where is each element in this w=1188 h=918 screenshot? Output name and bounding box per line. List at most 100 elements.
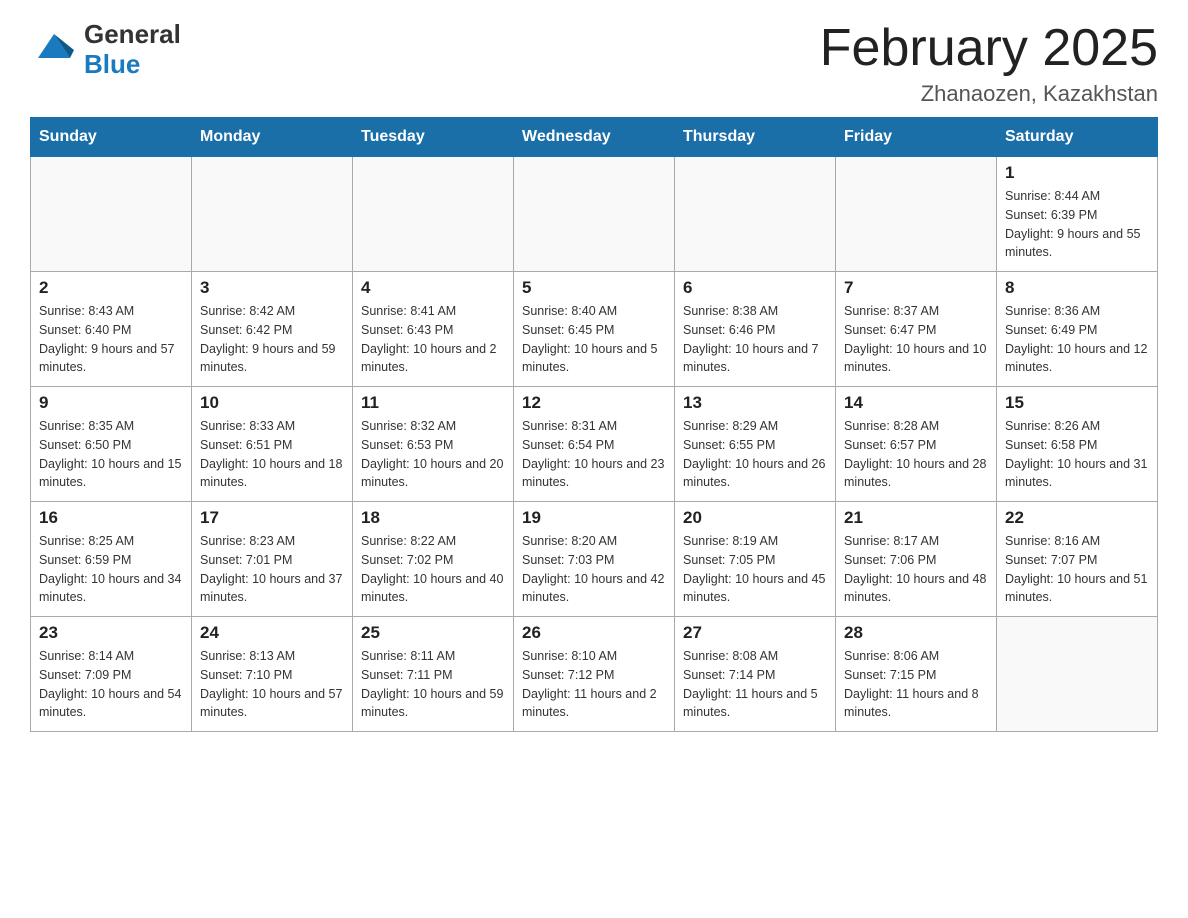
- day-info: Sunrise: 8:37 AMSunset: 6:47 PMDaylight:…: [844, 302, 988, 377]
- day-number: 5: [522, 278, 666, 298]
- day-info: Sunrise: 8:11 AMSunset: 7:11 PMDaylight:…: [361, 647, 505, 722]
- day-number: 24: [200, 623, 344, 643]
- calendar-week-2: 9Sunrise: 8:35 AMSunset: 6:50 PMDaylight…: [31, 387, 1158, 502]
- calendar-day: 2 Sunrise: 8:43 AMSunset: 6:40 PMDaylight…: [31, 272, 192, 387]
- logo-icon: [30, 26, 78, 74]
- day-number: 4: [361, 278, 505, 298]
- calendar-day: 3 Sunrise: 8:42 AMSunset: 6:42 PMDaylight…: [192, 272, 353, 387]
- calendar-week-4: 23 Sunrise: 8:14 AMSunset: 7:09 PMDayligh…: [31, 617, 1158, 732]
- calendar-day: [514, 157, 675, 272]
- day-info: Sunrise: 8:40 AMSunset: 6:45 PMDaylight:…: [522, 302, 666, 377]
- calendar-day: [997, 617, 1158, 732]
- day-number: 26: [522, 623, 666, 643]
- calendar-day: 4Sunrise: 8:41 AMSunset: 6:43 PMDaylight…: [353, 272, 514, 387]
- month-title: February 2025: [820, 20, 1158, 77]
- day-info: Sunrise: 8:14 AMSunset: 7:09 PMDaylight:…: [39, 647, 183, 722]
- day-info: Sunrise: 8:28 AMSunset: 6:57 PMDaylight:…: [844, 417, 988, 492]
- calendar-day: 24 Sunrise: 8:13 AMSunset: 7:10 PMDayligh…: [192, 617, 353, 732]
- calendar-day: 19 Sunrise: 8:20 AMSunset: 7:03 PMDayligh…: [514, 502, 675, 617]
- day-number: 2: [39, 278, 183, 298]
- day-info: Sunrise: 8:44 AMSunset: 6:39 PMDaylight:…: [1005, 187, 1149, 262]
- calendar-day: 22 Sunrise: 8:16 AMSunset: 7:07 PMDayligh…: [997, 502, 1158, 617]
- col-friday: Friday: [836, 118, 997, 157]
- day-number: 22: [1005, 508, 1149, 528]
- calendar-day: 8 Sunrise: 8:36 AMSunset: 6:49 PMDaylight…: [997, 272, 1158, 387]
- day-info: Sunrise: 8:26 AMSunset: 6:58 PMDaylight:…: [1005, 417, 1149, 492]
- day-info: Sunrise: 8:16 AMSunset: 7:07 PMDaylight:…: [1005, 532, 1149, 607]
- day-info: Sunrise: 8:38 AMSunset: 6:46 PMDaylight:…: [683, 302, 827, 377]
- logo-blue: Blue: [84, 50, 181, 80]
- calendar-week-1: 2 Sunrise: 8:43 AMSunset: 6:40 PMDaylight…: [31, 272, 1158, 387]
- day-info: Sunrise: 8:33 AMSunset: 6:51 PMDaylight:…: [200, 417, 344, 492]
- col-saturday: Saturday: [997, 118, 1158, 157]
- day-number: 8: [1005, 278, 1149, 298]
- calendar-day: 18 Sunrise: 8:22 AMSunset: 7:02 PMDayligh…: [353, 502, 514, 617]
- day-info: Sunrise: 8:43 AMSunset: 6:40 PMDaylight:…: [39, 302, 183, 377]
- day-info: Sunrise: 8:31 AMSunset: 6:54 PMDaylight:…: [522, 417, 666, 492]
- calendar-day: 21 Sunrise: 8:17 AMSunset: 7:06 PMDayligh…: [836, 502, 997, 617]
- day-info: Sunrise: 8:25 AMSunset: 6:59 PMDaylight:…: [39, 532, 183, 607]
- day-number: 10: [200, 393, 344, 413]
- page-header: General Blue February 2025 Zhanaozen, Ka…: [30, 20, 1158, 107]
- day-info: Sunrise: 8:22 AMSunset: 7:02 PMDaylight:…: [361, 532, 505, 607]
- day-info: Sunrise: 8:10 AMSunset: 7:12 PMDaylight:…: [522, 647, 666, 722]
- logo-general: General: [84, 20, 181, 50]
- day-number: 21: [844, 508, 988, 528]
- calendar-day: 9Sunrise: 8:35 AMSunset: 6:50 PMDaylight…: [31, 387, 192, 502]
- day-info: Sunrise: 8:36 AMSunset: 6:49 PMDaylight:…: [1005, 302, 1149, 377]
- col-wednesday: Wednesday: [514, 118, 675, 157]
- calendar-day: [31, 157, 192, 272]
- day-number: 16: [39, 508, 183, 528]
- location: Zhanaozen, Kazakhstan: [820, 81, 1158, 107]
- day-number: 17: [200, 508, 344, 528]
- day-number: 11: [361, 393, 505, 413]
- day-number: 12: [522, 393, 666, 413]
- calendar-day: 5 Sunrise: 8:40 AMSunset: 6:45 PMDaylight…: [514, 272, 675, 387]
- day-info: Sunrise: 8:19 AMSunset: 7:05 PMDaylight:…: [683, 532, 827, 607]
- calendar-day: 6 Sunrise: 8:38 AMSunset: 6:46 PMDaylight…: [675, 272, 836, 387]
- calendar-day: 28Sunrise: 8:06 AMSunset: 7:15 PMDayligh…: [836, 617, 997, 732]
- day-info: Sunrise: 8:32 AMSunset: 6:53 PMDaylight:…: [361, 417, 505, 492]
- calendar-day: 23 Sunrise: 8:14 AMSunset: 7:09 PMDayligh…: [31, 617, 192, 732]
- calendar-week-0: 1 Sunrise: 8:44 AMSunset: 6:39 PMDaylight…: [31, 157, 1158, 272]
- day-info: Sunrise: 8:20 AMSunset: 7:03 PMDaylight:…: [522, 532, 666, 607]
- calendar-table: Sunday Monday Tuesday Wednesday Thursday…: [30, 117, 1158, 732]
- day-number: 19: [522, 508, 666, 528]
- logo: General Blue: [30, 20, 181, 80]
- calendar-day: 16 Sunrise: 8:25 AMSunset: 6:59 PMDayligh…: [31, 502, 192, 617]
- col-monday: Monday: [192, 118, 353, 157]
- calendar-day: 17Sunrise: 8:23 AMSunset: 7:01 PMDayligh…: [192, 502, 353, 617]
- calendar-day: 27 Sunrise: 8:08 AMSunset: 7:14 PMDayligh…: [675, 617, 836, 732]
- day-number: 3: [200, 278, 344, 298]
- col-sunday: Sunday: [31, 118, 192, 157]
- day-info: Sunrise: 8:17 AMSunset: 7:06 PMDaylight:…: [844, 532, 988, 607]
- calendar-day: [353, 157, 514, 272]
- days-of-week-row: Sunday Monday Tuesday Wednesday Thursday…: [31, 118, 1158, 157]
- calendar-day: 11 Sunrise: 8:32 AMSunset: 6:53 PMDayligh…: [353, 387, 514, 502]
- day-info: Sunrise: 8:42 AMSunset: 6:42 PMDaylight:…: [200, 302, 344, 377]
- calendar-day: 14 Sunrise: 8:28 AMSunset: 6:57 PMDayligh…: [836, 387, 997, 502]
- day-number: 14: [844, 393, 988, 413]
- col-tuesday: Tuesday: [353, 118, 514, 157]
- title-block: February 2025 Zhanaozen, Kazakhstan: [820, 20, 1158, 107]
- calendar-day: 26 Sunrise: 8:10 AMSunset: 7:12 PMDayligh…: [514, 617, 675, 732]
- calendar-header: Sunday Monday Tuesday Wednesday Thursday…: [31, 118, 1158, 157]
- day-number: 1: [1005, 163, 1149, 183]
- day-number: 28: [844, 623, 988, 643]
- day-info: Sunrise: 8:13 AMSunset: 7:10 PMDaylight:…: [200, 647, 344, 722]
- calendar-day: [192, 157, 353, 272]
- calendar-day: 15Sunrise: 8:26 AMSunset: 6:58 PMDayligh…: [997, 387, 1158, 502]
- day-number: 9: [39, 393, 183, 413]
- calendar-day: 7Sunrise: 8:37 AMSunset: 6:47 PMDaylight…: [836, 272, 997, 387]
- calendar-day: [675, 157, 836, 272]
- day-number: 25: [361, 623, 505, 643]
- calendar-body: 1 Sunrise: 8:44 AMSunset: 6:39 PMDaylight…: [31, 157, 1158, 732]
- logo-text: General Blue: [84, 20, 181, 80]
- day-number: 27: [683, 623, 827, 643]
- calendar-day: 1 Sunrise: 8:44 AMSunset: 6:39 PMDaylight…: [997, 157, 1158, 272]
- day-number: 23: [39, 623, 183, 643]
- calendar-day: 25 Sunrise: 8:11 AMSunset: 7:11 PMDayligh…: [353, 617, 514, 732]
- day-number: 18: [361, 508, 505, 528]
- day-number: 6: [683, 278, 827, 298]
- day-info: Sunrise: 8:08 AMSunset: 7:14 PMDaylight:…: [683, 647, 827, 722]
